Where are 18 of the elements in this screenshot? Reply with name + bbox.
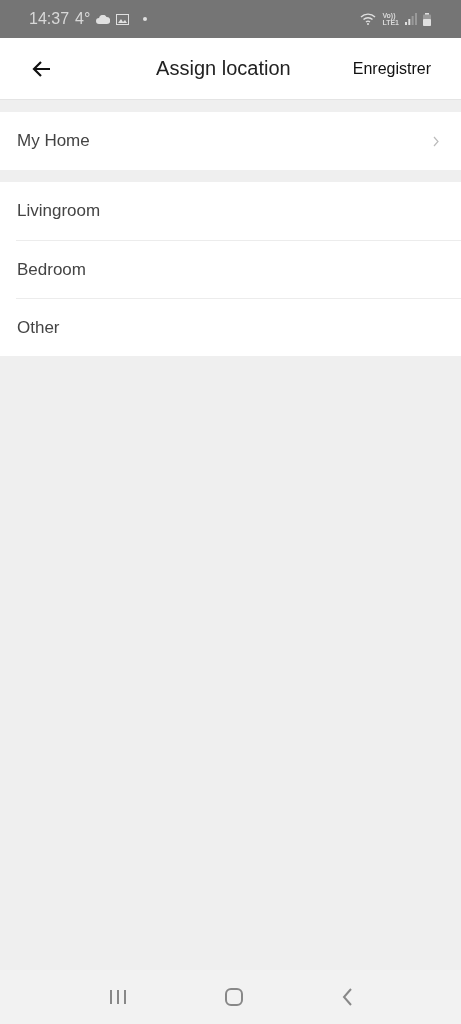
room-item[interactable]: Other xyxy=(16,298,461,356)
page-title: Assign location xyxy=(155,57,292,80)
room-item[interactable]: Bedroom xyxy=(16,240,461,298)
battery-icon xyxy=(423,12,431,26)
cloud-icon xyxy=(96,14,111,24)
recent-apps-icon[interactable] xyxy=(109,989,128,1005)
status-temperature: 4° xyxy=(75,10,91,28)
home-selector[interactable]: My Home xyxy=(0,112,461,170)
signal-icon xyxy=(405,13,417,25)
home-icon[interactable] xyxy=(225,988,244,1006)
wifi-icon xyxy=(360,13,377,25)
image-icon xyxy=(116,13,130,25)
room-item[interactable]: Livingroom xyxy=(16,182,461,240)
chevron-right-icon xyxy=(433,135,439,147)
back-icon[interactable] xyxy=(341,988,352,1006)
save-button[interactable]: Enregistrer xyxy=(352,59,431,78)
dot-icon xyxy=(143,17,148,21)
status-time: 14:37 xyxy=(29,10,70,28)
